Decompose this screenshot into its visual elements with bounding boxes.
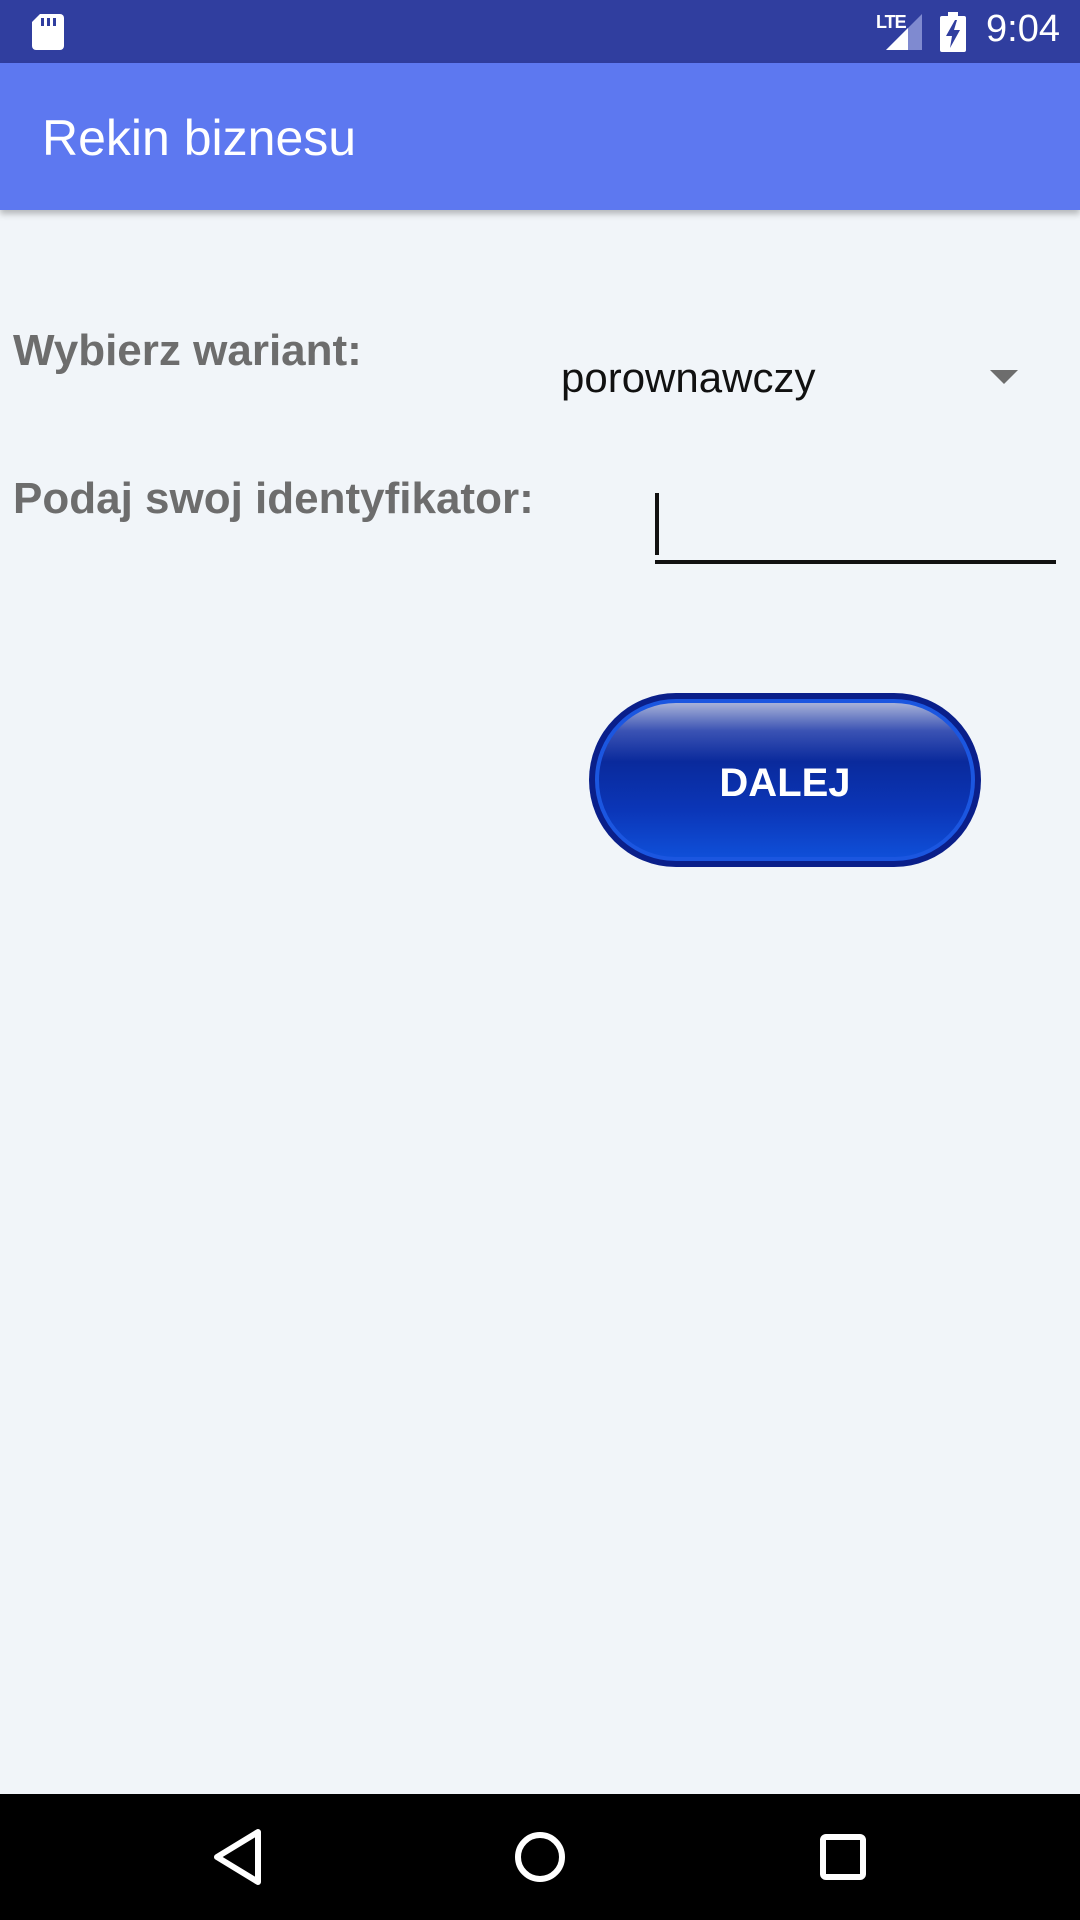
variant-label: Wybierz wariant:: [13, 326, 362, 375]
variant-selected-value: porownawczy: [561, 354, 816, 401]
clock: 9:04: [986, 8, 1060, 50]
signal-icon: [886, 14, 922, 50]
text-cursor: [655, 493, 659, 555]
status-bar: LTE 9:04: [0, 0, 1080, 63]
next-button-label: DALEJ: [719, 761, 851, 805]
app-title: Rekin biznesu: [42, 110, 357, 166]
back-icon[interactable]: [203, 1822, 273, 1892]
app-bar: Rekin biznesu: [0, 63, 1080, 210]
home-icon[interactable]: [505, 1822, 575, 1892]
battery-charging-icon: [940, 12, 966, 52]
dropdown-arrow-icon: [990, 370, 1018, 384]
identifier-label: Podaj swoj identyfikator:: [13, 474, 534, 523]
variant-spinner[interactable]: porownawczy: [540, 340, 1060, 420]
identifier-input[interactable]: [655, 478, 1056, 564]
next-button[interactable]: DALEJ: [589, 693, 981, 867]
next-button-face: DALEJ: [595, 699, 975, 861]
screen: LTE 9:04 Rekin biznesu Wybierz wariant: …: [0, 0, 1080, 1920]
sd-card-icon: [32, 14, 64, 50]
recents-icon[interactable]: [808, 1822, 878, 1892]
navigation-bar: [0, 1794, 1080, 1920]
